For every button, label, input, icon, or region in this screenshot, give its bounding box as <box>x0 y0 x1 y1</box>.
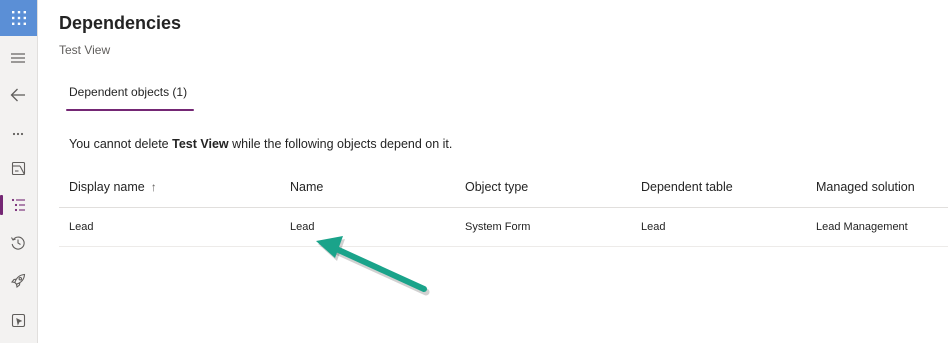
cell-name: Lead <box>290 221 315 233</box>
dependencies-table: Display name ↑ Name Object type Dependen… <box>59 166 948 247</box>
tab-dependent-objects[interactable]: Dependent objects (1) <box>62 79 195 111</box>
history-icon <box>11 236 25 250</box>
more-icon <box>12 132 24 136</box>
objects-button[interactable] <box>0 150 36 186</box>
column-header-managed-solution[interactable]: Managed solution <box>816 166 915 207</box>
app-launcher-button[interactable] <box>0 0 37 36</box>
column-header-display-name[interactable]: Display name ↑ <box>69 166 157 207</box>
message-suffix: while the following objects depend on it… <box>228 137 453 151</box>
dependencies-button[interactable] <box>0 187 36 223</box>
dependencies-icon <box>11 198 25 212</box>
cell-display-name: Lead <box>69 221 94 233</box>
deploy-button[interactable] <box>0 263 36 299</box>
solution-checker-icon <box>11 313 25 327</box>
sort-ascending-icon: ↑ <box>150 179 157 194</box>
table-header: Display name ↑ Name Object type Dependen… <box>59 166 948 208</box>
back-arrow-icon <box>10 88 25 102</box>
column-header-dependent-table[interactable]: Dependent table <box>641 166 733 207</box>
page-subtitle: Test View <box>59 43 111 57</box>
cell-dependent-table: Lead <box>641 221 666 233</box>
column-header-object-type[interactable]: Object type <box>465 166 528 207</box>
column-header-label: Display name <box>69 179 145 194</box>
page-title: Dependencies <box>59 13 182 33</box>
app-launcher-icon <box>11 11 26 25</box>
cell-object-type: System Form <box>465 221 531 233</box>
objects-icon <box>11 161 25 175</box>
more-button[interactable] <box>0 116 36 152</box>
solution-checker-button[interactable] <box>0 302 36 338</box>
rocket-icon <box>10 273 26 289</box>
table-row[interactable]: Lead Lead System Form Lead Lead Manageme… <box>59 208 948 247</box>
dependencies-panel: Dependencies Test View Dependent objects… <box>38 0 948 343</box>
menu-button[interactable] <box>0 40 36 76</box>
cell-managed-solution: Lead Management <box>816 221 908 233</box>
message-prefix: You cannot delete <box>69 137 173 151</box>
navigation-rail <box>0 0 38 343</box>
dependency-message: You cannot delete Test View while the fo… <box>69 137 452 151</box>
menu-icon <box>11 53 25 63</box>
history-button[interactable] <box>0 225 36 261</box>
column-header-name[interactable]: Name <box>290 166 323 207</box>
message-object-name: Test View <box>172 137 229 151</box>
back-button[interactable] <box>0 77 36 113</box>
